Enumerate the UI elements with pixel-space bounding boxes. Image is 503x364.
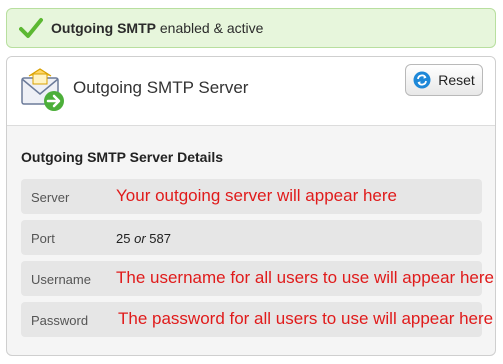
username-row: Username The username for all users to u… xyxy=(21,261,494,296)
status-text: enabled & active xyxy=(159,20,264,36)
mail-forward-icon xyxy=(21,68,64,111)
port-alternate: 587 xyxy=(149,231,171,246)
port-label: Port xyxy=(31,231,55,246)
status-message: Outgoing SMTP enabled & active xyxy=(51,20,263,36)
port-value: 25 or 587 xyxy=(116,231,171,246)
password-row: Password The password for all users to u… xyxy=(21,302,493,337)
password-value: The password for all users to use will a… xyxy=(118,309,494,328)
server-row: Server Your outgoing server will appear … xyxy=(21,179,482,214)
status-banner: Outgoing SMTP enabled & active xyxy=(6,8,496,48)
details-title: Outgoing SMTP Server Details xyxy=(21,149,224,165)
server-value: Your outgoing server will appear here xyxy=(116,186,397,205)
reset-label: Reset xyxy=(438,72,475,88)
port-row: Port 25 or 587 xyxy=(21,220,482,255)
panel-header: Outgoing SMTP Server Reset xyxy=(7,57,495,126)
password-label: Password xyxy=(31,313,89,328)
status-title: Outgoing SMTP xyxy=(51,20,156,36)
refresh-icon xyxy=(413,71,431,89)
server-label: Server xyxy=(31,190,70,205)
username-value: The username for all users to use will a… xyxy=(116,268,494,287)
reset-button[interactable]: Reset xyxy=(405,64,483,96)
panel-title: Outgoing SMTP Server xyxy=(73,78,249,97)
checkmark-icon xyxy=(19,18,43,38)
port-primary: 25 xyxy=(116,231,131,246)
port-separator: or xyxy=(134,231,146,246)
smtp-server-panel: Outgoing SMTP Server Reset Outgoing SMTP… xyxy=(6,56,496,356)
username-label: Username xyxy=(31,272,91,287)
